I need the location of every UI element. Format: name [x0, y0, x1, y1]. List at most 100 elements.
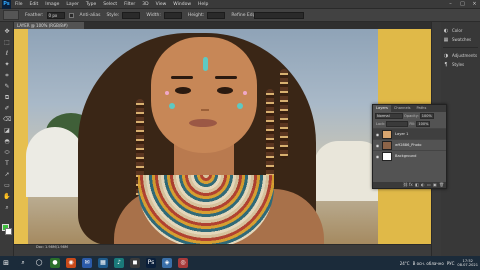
minimize-button[interactable]: –: [447, 1, 454, 7]
lasso-tool-icon[interactable]: ℓ: [3, 50, 11, 57]
layer-thumbnail: [382, 151, 392, 161]
visibility-eye-icon[interactable]: ◉: [375, 154, 380, 159]
dock-adjustments-label: Adjustments: [452, 53, 478, 58]
path-select-tool-icon[interactable]: ➚: [3, 171, 11, 178]
layer-row-1[interactable]: ◉ Layer 1: [373, 128, 446, 139]
close-button[interactable]: ×: [471, 1, 478, 7]
tab-paths[interactable]: Paths: [414, 105, 430, 112]
taskbar-store-icon[interactable]: ▦: [98, 258, 108, 268]
new-group-icon[interactable]: ▭: [427, 183, 431, 187]
link-layers-icon[interactable]: ⛓: [403, 183, 408, 187]
taskbar-app-icon[interactable]: ◼: [130, 258, 140, 268]
add-style-icon[interactable]: fx: [409, 183, 413, 187]
lock-label: Lock:: [376, 121, 386, 126]
new-layer-icon[interactable]: ▣: [433, 183, 437, 187]
dock-adjustments[interactable]: ◑ Adjustments: [443, 51, 480, 60]
menu-filter[interactable]: Filter: [124, 2, 135, 7]
taskbar-app-2-icon[interactable]: ◈: [162, 258, 172, 268]
menu-type[interactable]: Type: [86, 2, 96, 7]
taskbar-chrome-icon[interactable]: ●: [50, 258, 60, 268]
dodge-tool-icon[interactable]: ◓: [3, 138, 11, 145]
background-color-swatch[interactable]: [5, 228, 12, 235]
taskbar-media-icon[interactable]: ♪: [114, 258, 124, 268]
workspace-select[interactable]: [254, 12, 304, 19]
height-label: Height:: [187, 12, 205, 18]
menu-help[interactable]: Help: [198, 2, 208, 7]
style-select[interactable]: [122, 11, 141, 19]
hand-tool-icon[interactable]: ✋: [3, 193, 11, 200]
opacity-input[interactable]: 100%: [419, 113, 434, 119]
document-tab[interactable]: LAYER @ 100% (RGB/8#): [14, 22, 84, 29]
dock-styles[interactable]: ¶ Styles: [443, 60, 480, 69]
pen-path-tool-icon[interactable]: ⬭: [3, 149, 11, 156]
layer-name: w92886_Photo: [395, 143, 422, 147]
dock-swatches[interactable]: ▦ Swatches: [443, 35, 480, 44]
menu-image[interactable]: Image: [45, 2, 59, 7]
fill-input[interactable]: 100%: [416, 121, 431, 127]
move-tool-icon[interactable]: ✥: [3, 28, 11, 35]
layer-row-background[interactable]: ◉ Background: [373, 150, 446, 161]
weather-text[interactable]: В осн. облачно: [413, 261, 444, 266]
antialias-label: Anti-alias: [79, 12, 101, 18]
taskbar-firefox-icon[interactable]: ◉: [66, 258, 76, 268]
new-adjustment-icon[interactable]: ◐: [421, 183, 425, 187]
language-indicator[interactable]: РУС: [447, 261, 455, 266]
photoshop-logo-icon: Ps: [2, 0, 11, 9]
blend-mode-select[interactable]: Normal: [375, 113, 403, 119]
taskbar-search-icon[interactable]: ⌕: [18, 258, 28, 268]
lips: [189, 119, 217, 127]
clock[interactable]: 17:52 08.07.2021: [457, 259, 478, 268]
menu-select[interactable]: Select: [103, 2, 117, 7]
status-bar: Doc: 1.98M/1.98M: [14, 244, 431, 250]
dock-color[interactable]: ◐ Color: [443, 26, 480, 35]
feather-input[interactable]: 0 px: [46, 11, 65, 19]
patch-tool-icon[interactable]: ⧉: [3, 94, 11, 101]
crop-tool-icon[interactable]: ⌗: [3, 72, 11, 79]
marquee-tool-icon[interactable]: ⬚: [3, 39, 11, 46]
dock-color-label: Color: [452, 28, 463, 33]
eraser-tool-icon[interactable]: ⌫: [3, 116, 11, 123]
layer-row-2[interactable]: ◉ w92886_Photo: [373, 139, 446, 150]
maximize-button[interactable]: □: [459, 1, 466, 7]
menu-3d[interactable]: 3D: [142, 2, 148, 7]
taskbar-mail-icon[interactable]: ✉: [82, 258, 92, 268]
type-tool-icon[interactable]: T: [3, 160, 11, 167]
weather-temp[interactable]: 24°C: [400, 261, 410, 266]
start-button[interactable]: ⊞: [0, 256, 12, 270]
delete-layer-icon[interactable]: 🗑: [439, 183, 444, 187]
styles-panel-icon: ¶: [444, 61, 448, 68]
zoom-tool-icon[interactable]: ⌕: [3, 204, 11, 211]
brush-tool-icon[interactable]: ✐: [3, 105, 11, 112]
menu-view[interactable]: View: [156, 2, 167, 7]
menu-file[interactable]: File: [15, 2, 23, 7]
quick-select-tool-icon[interactable]: ✦: [3, 61, 11, 68]
visibility-eye-icon[interactable]: ◉: [375, 132, 380, 137]
layer-thumbnail: [382, 140, 392, 150]
style-label: Style:: [106, 12, 120, 18]
canvas-area[interactable]: [14, 29, 431, 244]
window-controls: – □ ×: [447, 1, 478, 7]
tab-layers[interactable]: Layers: [373, 105, 391, 112]
layers-panel: Layers Channels Paths Normal Opacity: 10…: [372, 104, 447, 189]
menu-edit[interactable]: Edit: [30, 2, 39, 7]
visibility-eye-icon[interactable]: ◉: [375, 143, 380, 148]
right-eye: [217, 87, 233, 94]
menu-layer[interactable]: Layer: [66, 2, 79, 7]
tool-preset-picker[interactable]: [3, 10, 19, 20]
add-mask-icon[interactable]: ◧: [415, 183, 419, 187]
taskbar-task-view-icon[interactable]: ◯: [34, 258, 44, 268]
width-input[interactable]: [163, 11, 182, 19]
gradient-tool-icon[interactable]: ◪: [3, 127, 11, 134]
lock-buttons[interactable]: [386, 121, 409, 127]
height-input[interactable]: [207, 11, 226, 19]
shape-tool-icon[interactable]: ▭: [3, 182, 11, 189]
dock-styles-label: Styles: [452, 62, 465, 67]
taskbar-app-3-icon[interactable]: ◎: [178, 258, 188, 268]
antialias-checkbox[interactable]: [68, 12, 74, 18]
photoshop-window: Ps File Edit Image Layer Type Select Fil…: [0, 0, 480, 270]
tab-channels[interactable]: Channels: [391, 105, 414, 112]
eyedropper-tool-icon[interactable]: ✎: [3, 83, 11, 90]
menu-window[interactable]: Window: [173, 2, 191, 7]
layer-thumbnail: [382, 129, 392, 139]
taskbar-photoshop-icon[interactable]: Ps: [146, 258, 156, 268]
